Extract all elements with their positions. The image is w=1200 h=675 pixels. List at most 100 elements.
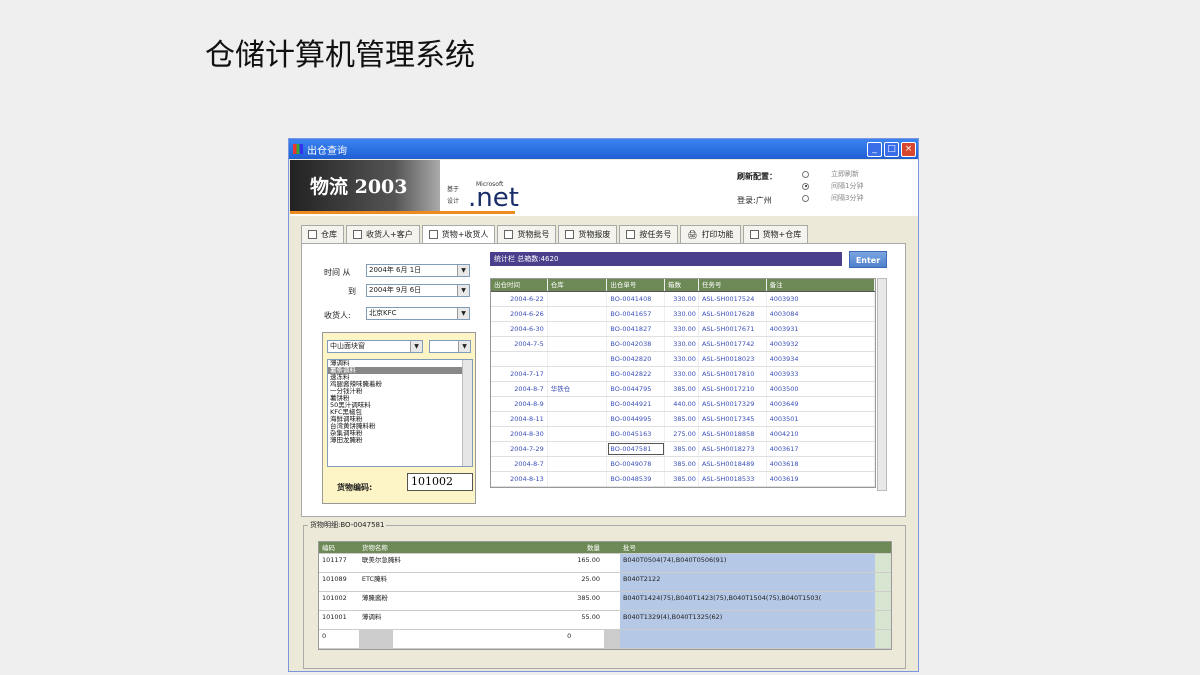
table-row[interactable]: 101001 薄调料 55.00 B040T1329(4),B040T1325(62): [319, 611, 891, 630]
refresh-3min-radio[interactable]: [802, 194, 809, 202]
tab-icon: [749, 230, 759, 239]
details-title: 货物明细:BO-0047581: [308, 520, 387, 530]
col-header: [604, 542, 620, 553]
brand-logo: 物流 2003: [290, 160, 440, 212]
table-row[interactable]: 2004-6-26 BO-0041657 330.00 ASL-SH0017628 40…: [491, 307, 875, 322]
banner: 物流 2003 基于 设计 Microsoft .net 刷新配置： 登录:广州…: [290, 160, 918, 216]
table-row[interactable]: 2004-8-30 BO-0045163 275.00 ASL-SH0018858 40…: [491, 427, 875, 442]
warehouse-cell: 华铁仓: [548, 382, 608, 396]
tab-receiver-customer[interactable]: 收货人+客户: [346, 225, 420, 243]
table-row[interactable]: 2004-8-7 华铁仓 BO-0044795 385.00 ASL-SH0017210…: [491, 382, 875, 397]
goods-listbox[interactable]: 薄调料 薯条调料 速冻料 鸡腿酱辣味腌着粉 一分钱汁粉 薯饼粉 50黑汁调味料 …: [327, 359, 473, 467]
table-row[interactable]: 101089 ETC腌料 25.00 B040T2122: [319, 573, 891, 592]
chevron-down-icon: ▼: [457, 308, 469, 319]
details-group: 货物明细:BO-0047581 编码 货物名称 数量 批号 101177 联美尔急…: [303, 520, 906, 669]
table-row[interactable]: 2004-8-9 BO-0044921 440.00 ASL-SH0017329 400…: [491, 397, 875, 412]
row-scroll-icon[interactable]: [875, 592, 891, 610]
tab-icon: [626, 230, 636, 239]
tab-icon: [308, 230, 317, 239]
refresh-config-label: 刷新配置：: [737, 172, 777, 181]
col-header[interactable]: 任务号: [699, 279, 767, 291]
table-row[interactable]: 2004-6-22 BO-0041408 330.00 ASL-SH0017524 40…: [491, 292, 875, 307]
goods-filter-box: 中山面块窗 ▼ ▼ 薄调料 薯条调料 速冻料 鸡腿酱辣味腌着粉 一分钱汁粉 薯饼粉…: [322, 332, 476, 504]
tab-icon: [428, 230, 438, 239]
tab-warehouse[interactable]: 仓库: [301, 225, 344, 243]
refresh-1min-radio[interactable]: [802, 182, 809, 190]
minimize-button[interactable]: _: [867, 141, 882, 157]
table-header: 出仓时间 仓库 出仓单号 箱数 任务号 备注: [491, 279, 875, 292]
table-scrollbar[interactable]: [877, 278, 887, 491]
table-row[interactable]: 2004-8-11 BO-0044995 385.00 ASL-SH0017345 40…: [491, 412, 875, 427]
table-row[interactable]: BO-0042820 330.00 ASL-SH0018023 4003934: [491, 352, 875, 367]
dotnet-logo: .net: [468, 183, 519, 213]
tab-scrap[interactable]: 货物报废: [558, 225, 618, 243]
window-title: 出仓查询: [307, 145, 347, 157]
tab-goods-receiver[interactable]: 货物+收货人: [421, 225, 496, 243]
goods-code-label: 货物编码:: [337, 483, 373, 492]
row-scroll-icon[interactable]: [875, 611, 891, 629]
tab-icon: [565, 230, 575, 239]
table-row[interactable]: 2004-7-5 BO-0042038 330.00 ASL-SH0017742 400…: [491, 337, 875, 352]
refresh-now-radio[interactable]: [802, 170, 809, 178]
maximize-button[interactable]: □: [884, 141, 899, 157]
refresh-options: 立即刷新 间隔1分钟 间隔3分钟: [802, 168, 863, 204]
by-label: 基于 设计: [447, 186, 460, 205]
subcategory-select[interactable]: ▼: [429, 340, 471, 353]
col-header[interactable]: 仓库: [548, 279, 608, 291]
selected-cell: BO-0047581: [607, 442, 666, 456]
receiver-select[interactable]: 北京KFC ▼: [366, 307, 470, 320]
col-header[interactable]: 批号: [620, 542, 875, 553]
list-scrollbar[interactable]: [462, 360, 472, 466]
tab-batch[interactable]: 货物批号: [497, 225, 557, 243]
tab-bar: 仓库 收货人+客户 货物+收货人 货物批号 货物报废 按任务号 🖨 打印功能 货物…: [301, 225, 809, 243]
table-header: 编码 货物名称 数量 批号: [319, 542, 891, 554]
close-button[interactable]: ×: [901, 141, 916, 157]
table-row[interactable]: 2004-8-7 BO-0049078 385.00 ASL-SH0018489 400…: [491, 457, 875, 472]
chevron-down-icon: ▼: [458, 341, 470, 352]
row-scroll-icon[interactable]: [875, 573, 891, 591]
list-item[interactable]: 薄田龙腌粉: [328, 437, 472, 444]
tab-icon: [353, 230, 362, 239]
app-icon: [293, 144, 303, 154]
chevron-down-icon: ▼: [410, 341, 422, 352]
col-header[interactable]: 箱数: [665, 279, 699, 291]
stats-bar: 统计栏 总箱数:4620: [490, 252, 842, 266]
query-panel: 时间 从 2004年 6月 1日 ▼ 到 2004年 9月 6日 ▼ 收货人: 北京…: [301, 243, 906, 517]
tab-goods-warehouse[interactable]: 货物+仓库: [742, 225, 809, 243]
table-row[interactable]: 101002 薄腌酱粉 385.00 B040T1424(75),B040T1423(…: [319, 592, 891, 611]
table-row[interactable]: 2004-7-17 BO-0042822 330.00 ASL-SH0017810 40…: [491, 367, 875, 382]
slide-title: 仓储计算机管理系统: [205, 38, 475, 73]
title-bar: 出仓查询 _ □ ×: [289, 139, 918, 159]
details-table: 编码 货物名称 数量 批号 101177 联美尔急腌料 165.00 B040T050…: [318, 541, 892, 650]
out-table: 出仓时间 仓库 出仓单号 箱数 任务号 备注 2004-6-22 BO-00414…: [490, 278, 876, 488]
time-from-label: 时间 从: [324, 268, 351, 277]
tab-task[interactable]: 按任务号: [619, 225, 679, 243]
time-to-picker[interactable]: 2004年 9月 6日 ▼: [366, 284, 470, 297]
tab-icon: [504, 230, 514, 239]
table-row[interactable]: 101177 联美尔急腌料 165.00 B040T0504(74),B040T050…: [319, 554, 891, 573]
time-from-picker[interactable]: 2004年 6月 1日 ▼: [366, 264, 470, 277]
goods-code-input[interactable]: 101002: [407, 473, 473, 491]
tab-print[interactable]: 🖨 打印功能: [680, 225, 741, 243]
col-header[interactable]: 出仓时间: [491, 279, 548, 291]
receiver-label: 收货人:: [324, 311, 351, 320]
app-window: 出仓查询 _ □ × 物流 2003 基于 设计 Microsoft .net …: [288, 138, 919, 672]
table-row[interactable]: 2004-8-13 BO-0048539 385.00 ASL-SH0018533 40…: [491, 472, 875, 487]
table-row[interactable]: 2004-7-29 BO-0047581 385.00 ASL-SH0018273 40…: [491, 442, 875, 457]
col-header[interactable]: 出仓单号: [607, 279, 666, 291]
table-row[interactable]: 00: [319, 630, 891, 649]
row-scroll-icon[interactable]: [875, 630, 891, 648]
col-header[interactable]: 数量: [564, 542, 604, 553]
time-to-label: 到: [348, 287, 356, 296]
row-scroll-icon[interactable]: [875, 554, 891, 572]
col-header[interactable]: 编码: [319, 542, 359, 553]
chevron-down-icon: ▼: [457, 265, 469, 276]
login-label: 登录:广州: [737, 196, 772, 205]
table-row[interactable]: 2004-6-30 BO-0041827 330.00 ASL-SH0017671 40…: [491, 322, 875, 337]
enter-button[interactable]: Enter: [849, 251, 887, 268]
printer-icon: 🖨: [687, 230, 698, 239]
category-select[interactable]: 中山面块窗 ▼: [327, 340, 423, 353]
chevron-down-icon: ▼: [457, 285, 469, 296]
col-header[interactable]: 货物名称: [359, 542, 564, 553]
col-header[interactable]: 备注: [767, 279, 875, 291]
